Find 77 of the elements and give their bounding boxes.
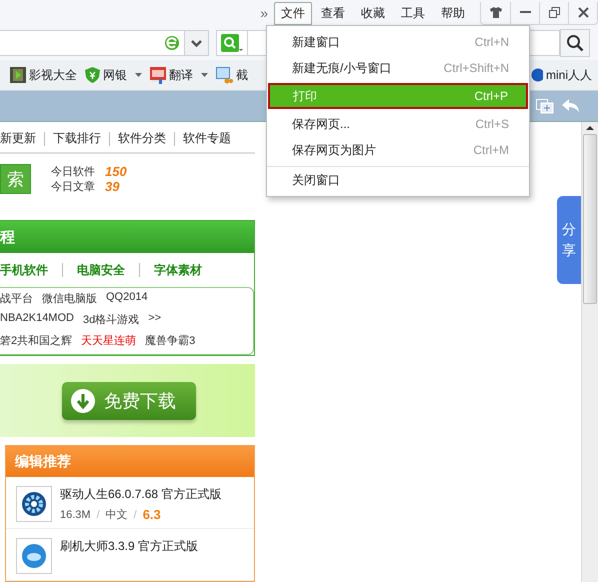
stat-label: 今日文章: [51, 180, 95, 194]
menu-option-label: 新建窗口: [292, 34, 340, 50]
tag-link[interactable]: 箬2共和国之辉: [0, 333, 72, 348]
menu-option[interactable]: 保存网页... Ctrl+S: [267, 111, 529, 137]
recommend-title: 编辑推荐: [15, 452, 71, 470]
app-name[interactable]: 刷机大师3.3.9 官方正式版: [60, 538, 198, 555]
shortcut-text: Ctrl+Shift+N: [444, 61, 509, 75]
menu-option-label: 打印: [293, 88, 317, 104]
shortcut-text: Ctrl+M: [473, 143, 509, 157]
shortcut-text: Ctrl+P: [474, 89, 508, 103]
shortcut-text: Ctrl+N: [474, 35, 509, 49]
category-link[interactable]: 手机软件: [0, 262, 48, 279]
tag-link[interactable]: QQ2014: [106, 291, 148, 306]
tag-link[interactable]: 3d格斗游戏: [82, 312, 140, 328]
stat-value: 150: [105, 164, 127, 180]
menu-item[interactable]: 帮助: [434, 2, 472, 24]
nav-link[interactable]: 新更新: [0, 130, 44, 148]
menu-option[interactable]: 新建无痕/小号窗口 Ctrl+Shift+N: [267, 55, 529, 81]
tag-link[interactable]: NBA2K14MOD: [0, 312, 74, 328]
app-language: 中文: [106, 508, 128, 522]
chevron-icon: [191, 40, 202, 46]
bookmark-link[interactable]: 截: [236, 66, 248, 84]
menu-option-label: 新建无痕/小号窗口: [292, 60, 392, 76]
menu-option[interactable]: 新建窗口 Ctrl+N: [267, 29, 529, 55]
section-title: 程: [0, 228, 15, 247]
tag-link[interactable]: >>: [148, 312, 162, 328]
magnifier-icon: [221, 34, 243, 52]
nav-link[interactable]: 软件专题: [175, 130, 239, 148]
app-score: 6.3: [142, 507, 161, 522]
nav-link[interactable]: 软件分类: [110, 130, 174, 148]
app-name[interactable]: 驱动人生66.0.7.68 官方正式版: [60, 486, 222, 503]
shield-icon: [85, 67, 100, 83]
meta-divider: /: [134, 508, 137, 520]
nav-link[interactable]: 下载排行: [45, 130, 109, 148]
address-dropdown[interactable]: [185, 30, 209, 56]
tag-link[interactable]: 微信电脑版: [42, 291, 97, 306]
bookmark-link[interactable]: 网银: [103, 66, 127, 84]
search-engine-button[interactable]: [216, 30, 248, 56]
scroll-thumb[interactable]: [583, 134, 597, 304]
menu-option[interactable]: 保存网页为图片 Ctrl+M: [267, 137, 529, 163]
search-icon: [566, 34, 584, 52]
stat-value: 39: [105, 179, 120, 194]
minimize-icon: [520, 11, 530, 14]
caret-icon[interactable]: [201, 73, 208, 77]
bookmark-link[interactable]: 影视大全: [29, 66, 77, 84]
meta-divider: /: [96, 508, 100, 520]
category-link[interactable]: 字体素材: [154, 262, 202, 279]
shortcut-text: Ctrl+S: [475, 117, 509, 131]
menu-item[interactable]: 文件: [274, 2, 312, 24]
bookmark-link[interactable]: mini人人: [546, 66, 592, 84]
search-button[interactable]: [560, 29, 590, 57]
overflow-chevron[interactable]: »: [260, 5, 268, 21]
menu-item[interactable]: 工具: [394, 2, 432, 24]
menu-option-label: 关闭窗口: [292, 172, 340, 188]
new-tab-icon[interactable]: [536, 98, 554, 114]
scrollbar[interactable]: [581, 122, 598, 582]
menu-option[interactable]: 关闭窗口: [267, 166, 529, 193]
bookmark-link[interactable]: 翻译: [169, 66, 193, 84]
menu-item[interactable]: 查看: [314, 2, 352, 24]
category-link[interactable]: 电脑安全: [77, 262, 125, 279]
menu-option-label: 保存网页为图片: [292, 142, 376, 158]
restore-icon: [548, 7, 560, 18]
browser-logo-icon: [164, 35, 180, 51]
gear-icon: [21, 491, 47, 517]
menu-option-label: 保存网页...: [292, 116, 350, 132]
share-tab[interactable]: 分享: [557, 196, 581, 284]
tag-link[interactable]: 天天星连萌: [81, 333, 136, 348]
close-icon: [578, 7, 588, 18]
tag-link[interactable]: 魔兽争霸3: [145, 333, 196, 348]
shirt-icon: [490, 7, 502, 18]
address-field[interactable]: [0, 30, 185, 56]
film-icon: [10, 67, 26, 83]
tag-link[interactable]: 战平台: [0, 291, 33, 306]
caret-icon[interactable]: [135, 73, 142, 77]
stat-label: 今日软件: [51, 165, 95, 180]
app-size: 16.3M: [60, 508, 91, 520]
menu-item[interactable]: 收藏: [354, 2, 392, 24]
